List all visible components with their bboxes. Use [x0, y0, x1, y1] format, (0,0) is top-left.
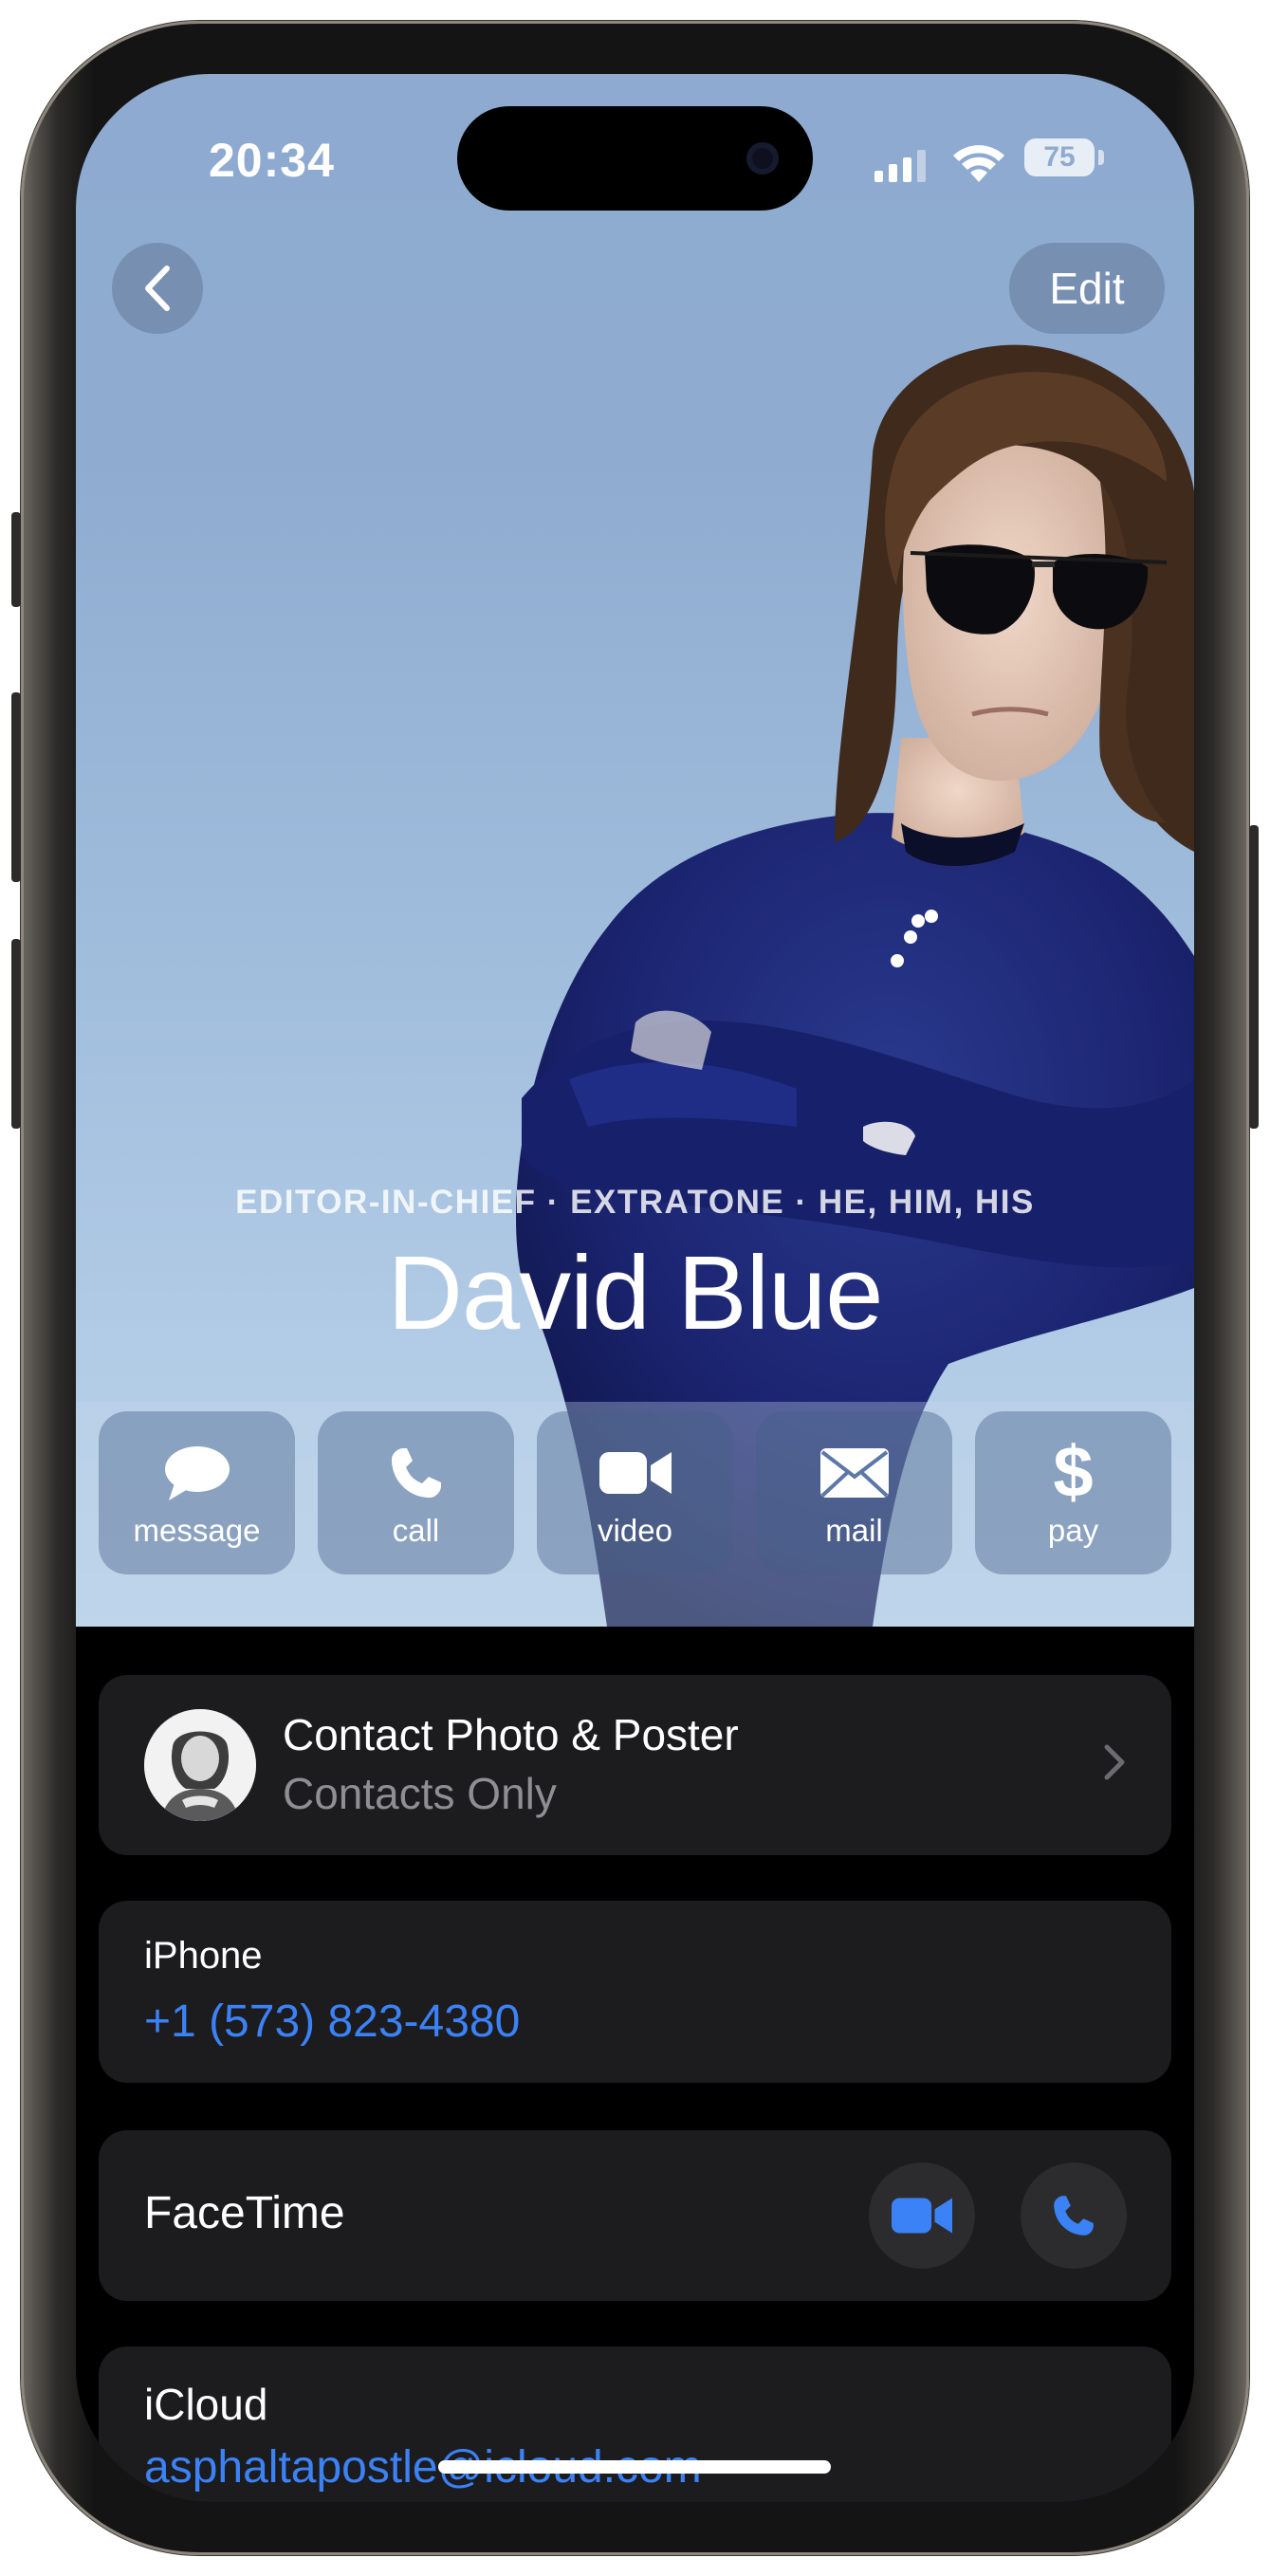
contact-photo-poster-title: Contact Photo & Poster [283, 1710, 739, 1759]
chevron-right-icon [1104, 1744, 1125, 1780]
contact-poster: 20:34 75 Edit EDITOR-IN-CHIEF · EXTRATON… [76, 74, 1194, 1627]
pay-label: pay [1047, 1513, 1099, 1548]
avatar-photo [144, 1709, 256, 1821]
status-bar: 20:34 75 [76, 74, 1194, 216]
video-camera-icon [892, 2198, 952, 2234]
edit-button[interactable]: Edit [1009, 243, 1165, 334]
contact-photo-poster-subtitle: Contacts Only [283, 1769, 557, 1818]
volume-up-button [11, 692, 21, 882]
power-button [1249, 825, 1259, 1129]
contact-subtitle: EDITOR-IN-CHIEF · EXTRATONE · HE, HIM, H… [235, 1184, 1035, 1221]
wifi-icon [953, 145, 1004, 182]
facetime-label: FaceTime [144, 2188, 345, 2238]
contact-photo-poster-row[interactable]: Contact Photo & Poster Contacts Only [99, 1675, 1171, 1855]
dynamic-island [457, 106, 813, 211]
chevron-left-icon [145, 266, 170, 311]
facetime-row: FaceTime [99, 2130, 1171, 2301]
cellular-signal-icon [874, 150, 926, 182]
contact-name: David Blue [387, 1235, 884, 1352]
video-label: video [598, 1513, 672, 1548]
phone-number-link[interactable]: +1 (573) 823-4380 [144, 1996, 520, 2048]
phone-icon [1054, 2196, 1094, 2236]
status-time: 20:34 [209, 134, 335, 187]
icloud-label: iCloud [144, 2380, 268, 2429]
facetime-video-button[interactable] [869, 2162, 975, 2269]
battery-indicator: 75 [1024, 138, 1095, 176]
dollar-icon: $ [1053, 1432, 1094, 1513]
envelope-icon [819, 1448, 889, 1498]
message-bubble-icon [164, 1446, 230, 1500]
message-button[interactable]: message [99, 1411, 295, 1574]
video-camera-icon [598, 1452, 672, 1494]
phone-screen: 20:34 75 Edit EDITOR-IN-CHIEF · EXTRATON… [76, 74, 1194, 2502]
volume-down-button [11, 939, 21, 1129]
back-button[interactable] [112, 243, 203, 334]
quick-actions: message call video mail $ pay [99, 1411, 1171, 1574]
phone-icon [391, 1448, 441, 1498]
video-button[interactable]: video [537, 1411, 733, 1574]
call-button[interactable]: call [318, 1411, 514, 1574]
mail-label: mail [825, 1513, 883, 1548]
mail-button[interactable]: mail [756, 1411, 952, 1574]
front-camera [746, 142, 779, 175]
home-indicator[interactable] [438, 2460, 831, 2474]
battery-level: 75 [1043, 141, 1076, 173]
pay-button[interactable]: $ pay [975, 1411, 1171, 1574]
phone-label: iPhone [144, 1935, 263, 1977]
message-label: message [133, 1513, 261, 1548]
facetime-audio-button[interactable] [1021, 2162, 1127, 2269]
action-button [11, 512, 21, 607]
battery-tip [1098, 150, 1104, 165]
contact-avatar [144, 1709, 256, 1821]
icloud-email-row[interactable]: iCloud asphaltapostle@icloud.com [99, 2346, 1171, 2502]
call-label: call [392, 1513, 440, 1548]
phone-number-row[interactable]: iPhone +1 (573) 823-4380 [99, 1901, 1171, 2083]
